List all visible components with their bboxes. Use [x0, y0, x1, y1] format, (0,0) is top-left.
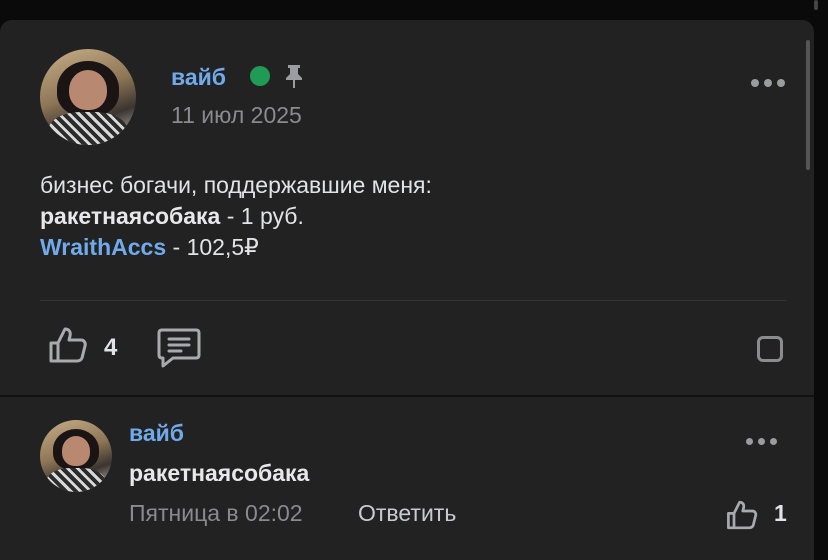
post-author-avatar[interactable] [40, 49, 136, 145]
supporter-amount: - 102,5₽ [166, 234, 259, 260]
post-card: вайб 11 июл 2025 бизнес богачи, поддержа… [0, 20, 814, 560]
post-more-icon[interactable] [751, 79, 785, 87]
reply-button[interactable]: Ответить [358, 500, 456, 527]
comment-text: ракетнаясобака [129, 460, 310, 486]
comment-thumbs-up-icon[interactable] [726, 499, 758, 531]
section-divider [0, 395, 814, 397]
comment-author-name[interactable]: вайб [129, 420, 184, 447]
top-scroll-indicator [814, 0, 818, 10]
post-divider [40, 300, 786, 301]
comment-date[interactable]: Пятница в 02:02 [129, 500, 303, 527]
post-text-line: ракетнаясобака - 1 руб. [40, 201, 432, 232]
like-count: 4 [104, 334, 118, 361]
post-author-name[interactable]: вайб [171, 64, 226, 91]
comment-author-avatar[interactable] [40, 420, 112, 492]
post-text: бизнес богачи, поддержавшие меня: ракетн… [40, 170, 432, 263]
comment-icon[interactable] [156, 327, 202, 369]
thumbs-up-icon[interactable] [48, 326, 88, 364]
post-text-line: WraithAccs - 102,5₽ [40, 232, 432, 263]
supporter-amount: - 1 руб. [220, 203, 304, 229]
scrollbar[interactable] [806, 40, 810, 170]
bookmark-icon[interactable] [757, 336, 783, 362]
post-text-line: бизнес богачи, поддержавшие меня: [40, 172, 432, 198]
pin-icon [286, 65, 302, 88]
post-date[interactable]: 11 июл 2025 [171, 102, 302, 129]
supporter-link[interactable]: WraithAccs [40, 234, 166, 260]
supporter-name: ракетнаясобака [40, 203, 221, 229]
comment-like-count: 1 [774, 500, 787, 526]
comment-more-icon[interactable] [746, 438, 777, 445]
online-status-icon [250, 66, 270, 86]
